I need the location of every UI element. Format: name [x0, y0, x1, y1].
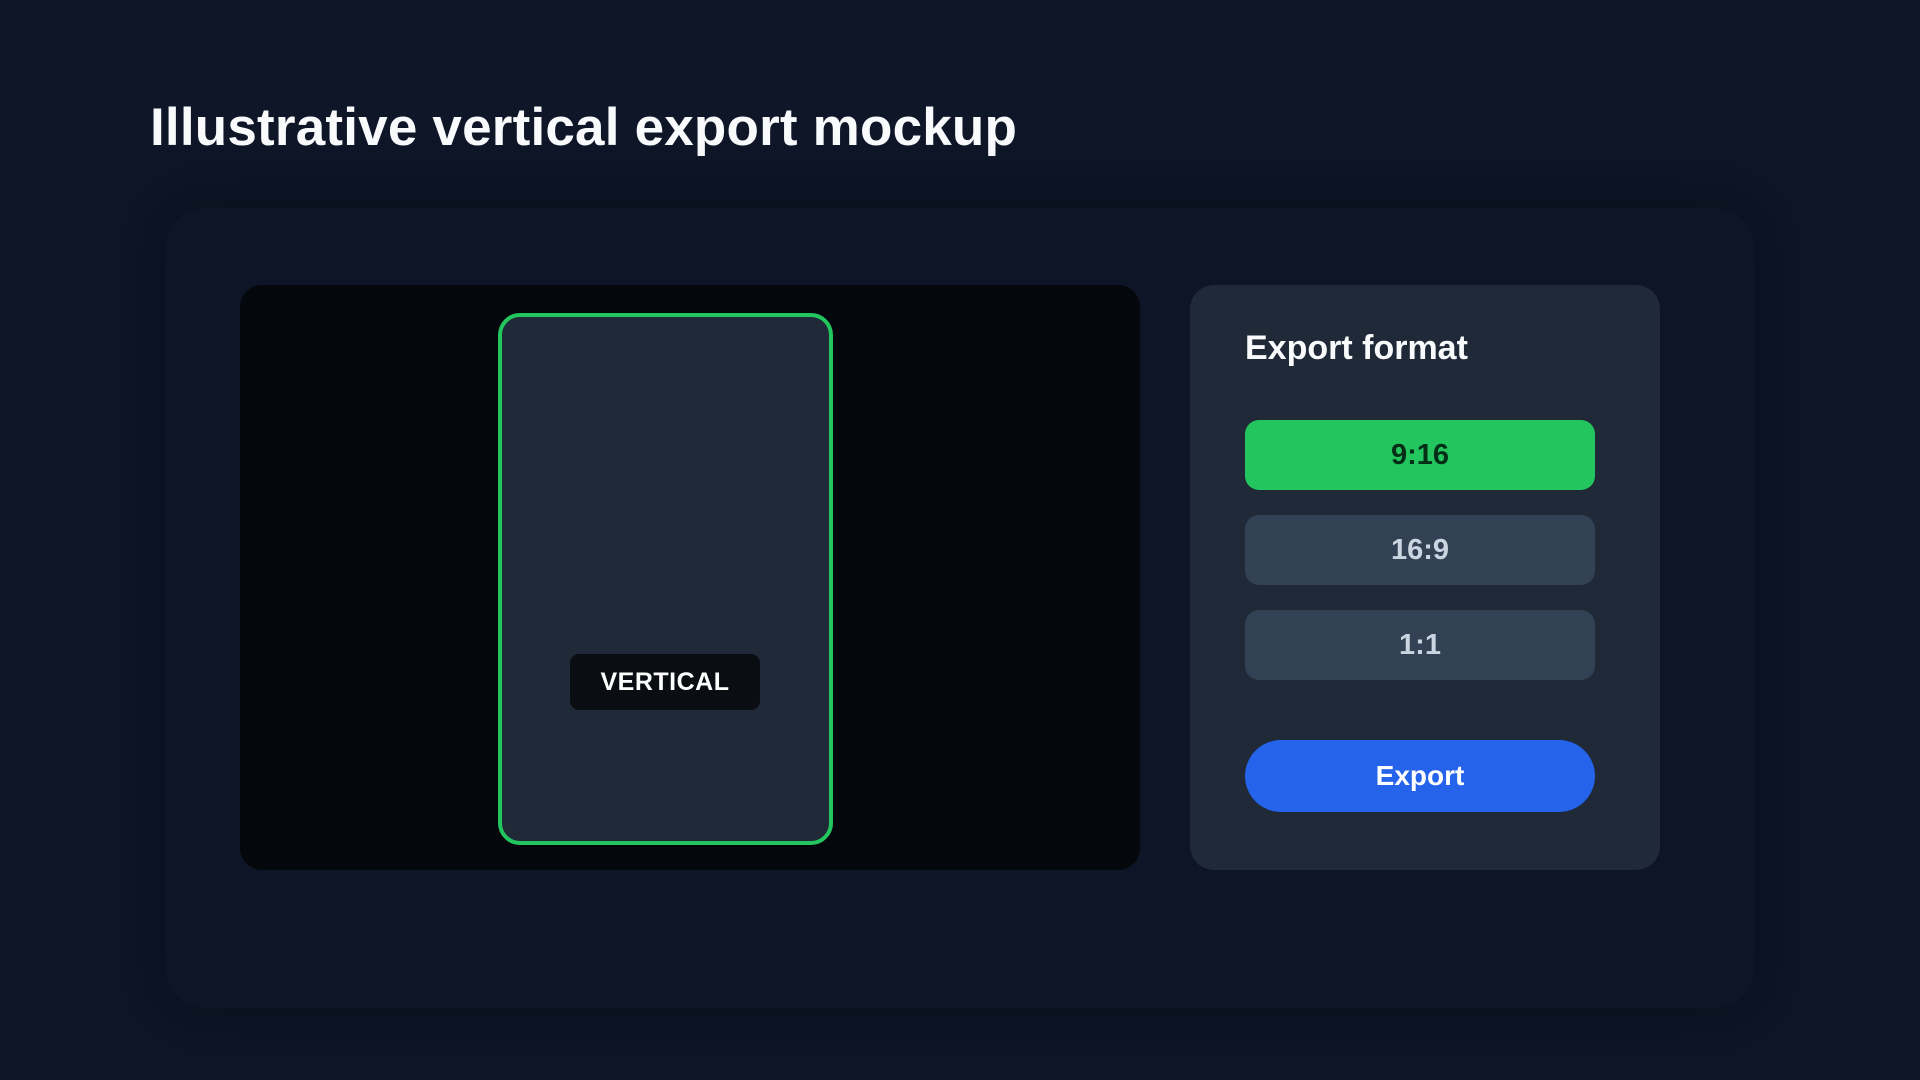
preview-panel: VERTICAL — [240, 285, 1140, 870]
frame-label: VERTICAL — [570, 654, 760, 710]
export-format-title: Export format — [1245, 329, 1468, 367]
format-option-1-1[interactable]: 1:1 — [1245, 610, 1595, 680]
format-option-9-16[interactable]: 9:16 — [1245, 420, 1595, 490]
page-title: Illustrative vertical export mockup — [150, 98, 1018, 157]
vertical-crop-frame: VERTICAL — [498, 313, 833, 845]
format-option-16-9[interactable]: 16:9 — [1245, 515, 1595, 585]
export-format-panel: Export format 9:16 16:9 1:1 Export — [1190, 285, 1660, 870]
export-button[interactable]: Export — [1245, 740, 1595, 812]
